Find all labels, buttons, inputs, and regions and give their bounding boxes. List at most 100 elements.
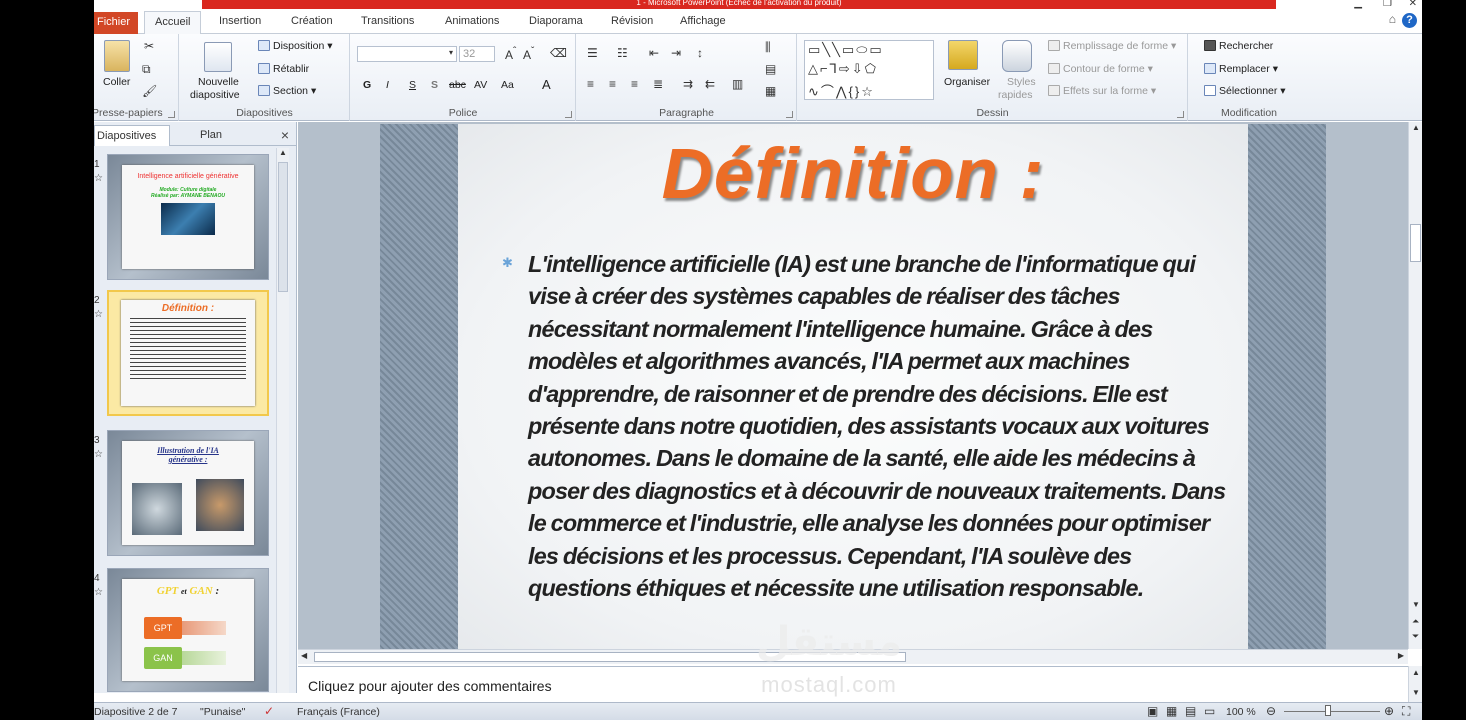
slide-thumbnail-4[interactable]: GPT et GAN : GPT GAN <box>107 568 269 692</box>
clipboard-launcher-icon[interactable] <box>168 111 175 118</box>
notes-scrollbar[interactable]: ▲ ▼ <box>1408 666 1422 702</box>
slide-body-text[interactable]: L'intelligence artificielle (IA) est une… <box>528 248 1228 604</box>
slides-pane-scrollbar[interactable]: ▲ <box>276 148 289 693</box>
new-slide-button[interactable]: diapositive <box>190 89 240 101</box>
paragraph-launcher-icon[interactable] <box>786 111 793 118</box>
layout-button[interactable]: Disposition ▾ <box>258 40 333 52</box>
close-pane-icon[interactable]: × <box>281 127 289 143</box>
editor-scroll-thumb[interactable] <box>1410 224 1421 262</box>
clear-format-icon[interactable]: ⌫ <box>550 46 567 60</box>
replace-button[interactable]: Remplacer ▾ <box>1204 63 1278 75</box>
rtl-icon[interactable]: ⇇ <box>705 77 715 91</box>
scroll-up-icon[interactable]: ▲ <box>1412 668 1420 677</box>
help-icon[interactable]: ? <box>1402 13 1417 28</box>
minimize-icon[interactable]: ▁ <box>1354 0 1362 9</box>
align-left-icon[interactable]: ≡ <box>587 77 594 91</box>
scroll-down-icon[interactable]: ▼ <box>1412 600 1420 609</box>
close-window-icon[interactable]: ✕ <box>1409 0 1417 9</box>
shape-effects-button[interactable]: Effets sur la forme ▾ <box>1048 85 1156 97</box>
zoom-out-icon[interactable]: ⊖ <box>1266 704 1276 718</box>
shape-fill-button[interactable]: Remplissage de forme ▾ <box>1048 40 1176 52</box>
tab-revision[interactable]: Révision <box>611 15 653 27</box>
italic-button[interactable]: I <box>386 79 389 91</box>
find-button[interactable]: Rechercher <box>1204 40 1273 52</box>
quick-styles-button[interactable]: rapides <box>998 89 1032 101</box>
previous-slide-icon[interactable]: ⏶ <box>1412 616 1419 627</box>
scroll-left-icon[interactable]: ◀ <box>301 651 307 660</box>
font-size-input[interactable]: 32 <box>459 46 495 62</box>
shapes-gallery[interactable]: ▭╲╲▭⬭▭ △⌐⅂⇨⇩⬠ ∿⌒⋀{}☆ <box>804 40 934 100</box>
font-name-input[interactable] <box>357 46 457 62</box>
font-name-dropdown-icon[interactable]: ▾ <box>449 48 453 57</box>
scroll-up-icon[interactable]: ▲ <box>1412 123 1420 132</box>
section-button[interactable]: Section ▾ <box>258 85 316 97</box>
align-right-icon[interactable]: ≡ <box>631 77 638 91</box>
tab-creation[interactable]: Création <box>291 15 333 27</box>
slide-thumbnail-1[interactable]: Intelligence artificielle générative Mod… <box>107 154 269 280</box>
columns-icon[interactable]: ▥ <box>732 77 743 91</box>
paste-button[interactable]: Coller <box>103 76 130 88</box>
notes-placeholder[interactable]: Cliquez pour ajouter des commentaires <box>308 678 552 694</box>
grow-font-icon[interactable]: Aˆ <box>505 46 516 62</box>
shadow-button[interactable]: S <box>431 79 438 91</box>
restore-icon[interactable]: ❐ <box>1383 0 1392 9</box>
tab-transitions[interactable]: Transitions <box>361 15 414 27</box>
numbering-icon[interactable]: ☷ <box>617 46 628 60</box>
scroll-down-icon[interactable]: ▼ <box>1412 688 1420 697</box>
tab-fichier[interactable]: Fichier <box>94 12 138 34</box>
quick-styles-label-1[interactable]: Styles <box>1007 76 1036 88</box>
zoom-level[interactable]: 100 % <box>1226 706 1256 718</box>
editor-horizontal-scrollbar[interactable]: ◀ ▶ <box>298 649 1408 664</box>
arrange-button[interactable]: Organiser <box>944 76 990 88</box>
tab-accueil[interactable]: Accueil <box>144 11 202 35</box>
language-indicator[interactable]: Français (France) <box>297 706 380 718</box>
line-spacing-icon[interactable]: ↕ <box>697 46 703 60</box>
cut-icon[interactable]: ✂ <box>144 39 154 53</box>
slideshow-icon[interactable]: ▭ <box>1204 704 1215 718</box>
text-direction-icon[interactable]: ⫼ <box>765 40 771 55</box>
format-painter-icon[interactable]: 🖌 <box>142 84 157 98</box>
slide-canvas[interactable]: Définition : ✱ L'intelligence artificiel… <box>380 124 1326 649</box>
scroll-up-icon[interactable]: ▲ <box>279 148 287 157</box>
smartart-icon[interactable]: ▦ <box>765 84 776 98</box>
shrink-font-icon[interactable]: Aˇ <box>523 46 534 62</box>
reading-view-icon[interactable]: ▤ <box>1185 704 1196 718</box>
normal-view-icon[interactable]: ▣ <box>1147 704 1158 718</box>
zoom-slider[interactable] <box>1284 711 1380 712</box>
next-slide-icon[interactable]: ⏷ <box>1412 631 1419 642</box>
arrange-icon[interactable] <box>948 40 978 70</box>
tab-animations[interactable]: Animations <box>445 15 499 27</box>
notes-pane[interactable]: Cliquez pour ajouter des commentaires <box>298 666 1408 702</box>
font-launcher-icon[interactable] <box>565 111 572 118</box>
tab-insertion[interactable]: Insertion <box>219 15 261 27</box>
paste-icon[interactable] <box>104 40 130 72</box>
select-button[interactable]: Sélectionner ▾ <box>1204 85 1286 97</box>
zoom-slider-thumb[interactable] <box>1325 705 1331 716</box>
editor-hscroll-thumb[interactable] <box>314 652 906 662</box>
quick-styles-icon[interactable] <box>1002 40 1032 72</box>
spellcheck-icon[interactable]: ✓ <box>264 704 274 718</box>
fit-slide-icon[interactable]: ⛶ <box>1402 704 1410 719</box>
editor-vertical-scrollbar[interactable]: ▲ ▼ ⏶ ⏷ <box>1408 122 1422 649</box>
reset-button[interactable]: Rétablir <box>258 63 309 75</box>
strikethrough-button[interactable]: abc <box>449 79 466 91</box>
char-spacing-button[interactable]: AV <box>474 79 487 91</box>
justify-icon[interactable]: ≣ <box>653 77 663 91</box>
slide-thumbnail-2[interactable]: Définition : <box>107 290 269 416</box>
tab-affichage[interactable]: Affichage <box>680 15 726 27</box>
new-slide-label-1[interactable]: Nouvelle <box>198 76 239 88</box>
slide-thumbnail-3[interactable]: Illustration de l'IA générative : <box>107 430 269 556</box>
zoom-in-icon[interactable]: ⊕ <box>1384 704 1394 718</box>
tab-plan[interactable]: Plan <box>200 125 222 146</box>
ltr-icon[interactable]: ⇉ <box>683 77 693 91</box>
collapse-ribbon-icon[interactable]: ⌂ <box>1389 12 1396 26</box>
align-text-icon[interactable]: ▤ <box>765 62 776 76</box>
drawing-launcher-icon[interactable] <box>1177 111 1184 118</box>
increase-indent-icon[interactable]: ⇥ <box>671 46 681 60</box>
new-slide-icon[interactable] <box>204 42 232 72</box>
tab-diapositives[interactable]: Diapositives <box>94 125 170 146</box>
slide-sorter-icon[interactable]: ▦ <box>1166 704 1177 718</box>
theme-name[interactable]: "Punaise" <box>200 706 245 718</box>
copy-icon[interactable]: ⧉ <box>142 62 151 77</box>
slide-title[interactable]: Définition : <box>458 134 1248 215</box>
